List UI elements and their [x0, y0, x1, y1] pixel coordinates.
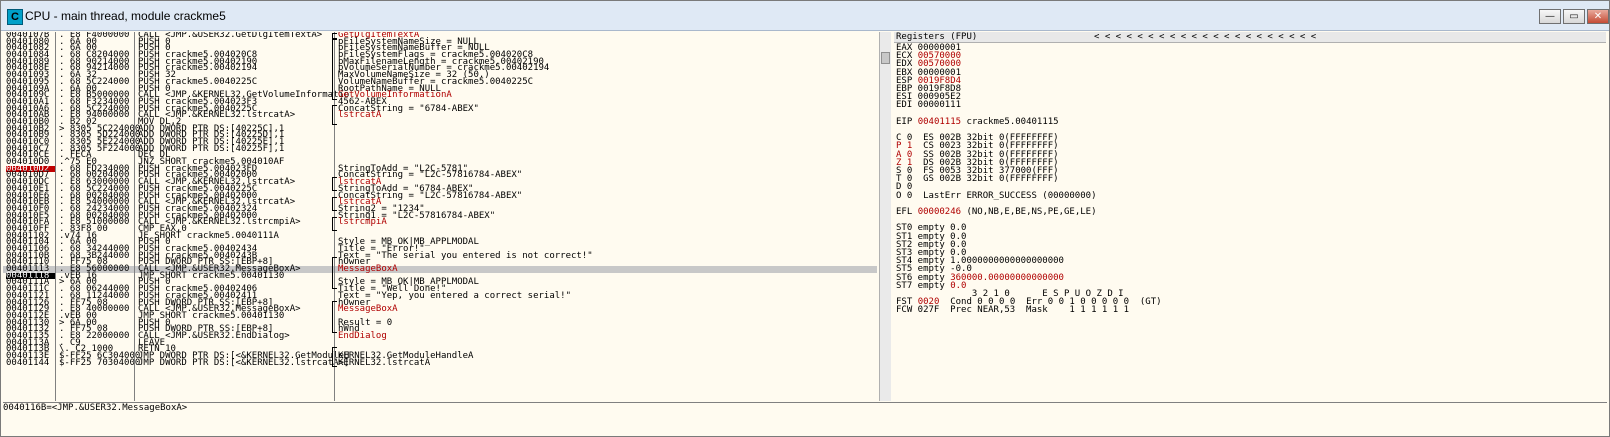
- register-label: O 0 LastErr ERROR_SUCCESS (00000000): [896, 190, 1097, 201]
- register-label: T 0 GS 002B 32bit 0(FFFFFFFF): [896, 174, 1059, 185]
- register-value: 360000.00000000000000: [950, 272, 1064, 283]
- call-brace: [332, 257, 337, 289]
- disasm-address: 00401144: [6, 357, 50, 368]
- minimize-button[interactable]: —: [1539, 9, 1561, 24]
- disasm-comment: MessageBoxA: [338, 304, 398, 315]
- disasm-comment: Text = "The serial you entered is not co…: [338, 250, 593, 261]
- disasm-instruction: JMP DWORD PTR DS:[<&KERNEL32.lstrcatA>]: [138, 357, 350, 368]
- call-brace: [332, 39, 337, 100]
- call-brace: [332, 301, 337, 333]
- register-line[interactable]: EFL 00000246 (NO,NB,E,BE,NS,PE,GE,LE): [896, 207, 1097, 217]
- scrollbar-thumb[interactable]: [881, 52, 890, 64]
- window-title: CPU - main thread, module crackme5: [25, 9, 226, 23]
- disasm-comment: EndDialog: [338, 330, 387, 341]
- register-value: 00000246: [917, 207, 962, 217]
- registers-title: Registers (FPU): [896, 32, 978, 42]
- info-text: 0040116B=<JMP.&USER32.MessageBoxA>: [3, 403, 188, 413]
- register-value: 00401115: [917, 116, 962, 127]
- register-line[interactable]: EDI 00000111: [896, 100, 962, 111]
- disasm-comment: lstrcatA: [338, 110, 382, 121]
- register-label: FCW 027F Prec NEAR,53 Mask 1 1 1 1 1 1: [896, 305, 1129, 316]
- cpu-window: C CPU - main thread, module crackme5 — ▭…: [0, 0, 1610, 437]
- disasm-comment: Text = "Yep, you entered a correct seria…: [338, 290, 571, 301]
- restore-button[interactable]: ▭: [1563, 9, 1585, 24]
- register-label: EIP: [896, 116, 918, 127]
- register-label: EDI 00000111: [896, 100, 962, 111]
- call-brace: [332, 217, 337, 231]
- register-line[interactable]: EIP 00401115 crackme5.00401115: [896, 116, 1059, 127]
- call-brace: [332, 347, 337, 367]
- info-pane: 0040116B=<JMP.&USER32.MessageBoxA>: [3, 402, 1607, 436]
- hex-column-divider: [134, 32, 135, 401]
- register-suffix: (NO,NB,E,BE,NS,PE,GE,LE): [961, 207, 1097, 217]
- register-line[interactable]: O 0 LastErr ERROR_SUCCESS (00000000): [896, 190, 1097, 201]
- app-icon: C: [7, 9, 23, 25]
- disasm-comment: KERNEL32.lstrcatA: [338, 357, 431, 368]
- disasm-hex: $-FF25 70304000: [59, 357, 141, 368]
- title-bar[interactable]: C CPU - main thread, module crackme5 — ▭…: [1, 1, 1609, 31]
- disasm-comment: MessageBoxA: [338, 264, 398, 275]
- disassembly-scrollbar[interactable]: [879, 32, 891, 401]
- register-label: EFL: [896, 207, 918, 217]
- register-line[interactable]: FCW 027F Prec NEAR,53 Mask 1 1 1 1 1 1: [896, 305, 1129, 316]
- disasm-comment: lstrcmpiA: [338, 217, 387, 228]
- call-brace: [332, 177, 337, 191]
- call-brace: [332, 197, 337, 211]
- register-suffix: crackme5.00401115: [961, 116, 1059, 127]
- registers-header[interactable]: Registers (FPU) < < < < < < < < < < < < …: [894, 32, 1606, 43]
- registers-nav-arrows[interactable]: < < < < < < < < < < < < < < < < < < < < …: [1094, 32, 1316, 42]
- call-brace: [332, 105, 337, 125]
- close-button[interactable]: ✕: [1587, 9, 1609, 24]
- registers-pane[interactable]: Registers (FPU) < < < < < < < < < < < < …: [894, 32, 1606, 401]
- register-line[interactable]: T 0 GS 002B 32bit 0(FFFFFFFF): [896, 174, 1059, 185]
- addr-column-divider: [55, 32, 56, 401]
